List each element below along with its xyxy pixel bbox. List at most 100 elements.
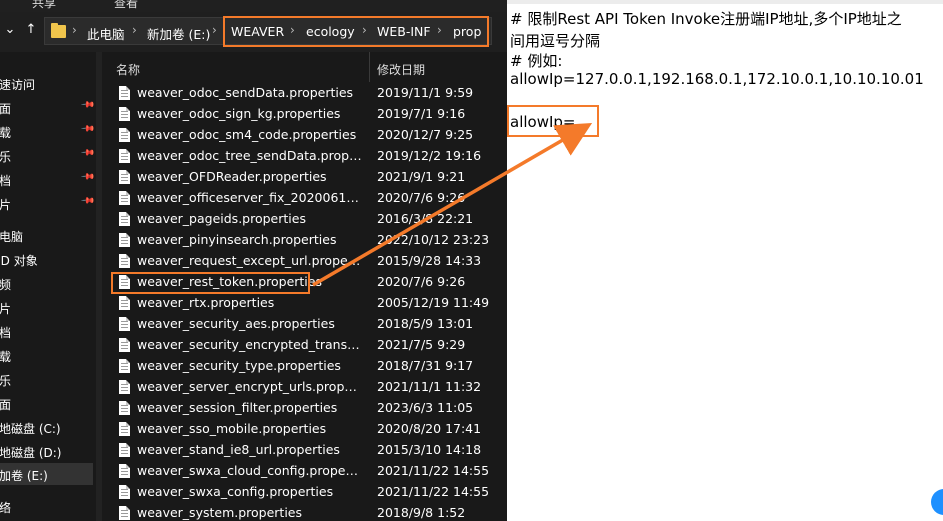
file-name: weaver_security_aes.properties [137,316,335,331]
file-row[interactable]: weaver_OFDReader.properties 2021/9/1 9:21 [102,167,507,188]
sidebar-item-downloads[interactable]: 下载 [0,124,11,141]
file-row[interactable]: weaver_officeserver_fix_20200618.propert… [102,188,507,209]
file-row[interactable]: weaver_stand_ie8_url.properties 2015/3/10… [102,440,507,461]
file-row[interactable]: weaver_session_filter.properties 2023/6/3… [102,398,507,419]
file-date: 2021/7/5 9:29 [377,337,466,352]
file-row[interactable]: weaver_swxa_config.properties 2021/11/22 … [102,482,507,503]
sidebar-item-drive-e[interactable]: 新加卷 (E:) [0,467,48,484]
sidebar-item-downloads-2[interactable]: 下载 [0,348,11,365]
pin-icon: 📌 [80,145,96,161]
sidebar-item-pictures-2[interactable]: 图片 [0,300,11,317]
file-date: 2015/9/28 14:33 [377,253,482,268]
notepad-window: # 限制Rest API Token Invoke注册端IP地址,多个IP地址之… [507,0,943,521]
file-name: weaver_system.properties [137,505,303,520]
file-date: 2020/7/6 9:26 [377,274,466,289]
file-name: weaver_swxa_config.properties [137,484,334,499]
file-row[interactable]: weaver_server_encrypt_urls.properties 202… [102,377,507,398]
sidebar-item-music[interactable]: 音乐 [0,148,11,165]
chevron-down-icon[interactable]: ⌄ [2,22,18,37]
file-icon [119,212,130,226]
pin-icon: 📌 [80,193,96,209]
file-row[interactable]: weaver_pinyinsearch.properties 2022/10/12… [102,230,507,251]
assistant-bubble-icon[interactable] [931,489,943,515]
text-line[interactable]: # 限制Rest API Token Invoke注册端IP地址,多个IP地址之 [510,8,902,29]
file-date: 2018/5/9 13:01 [377,316,474,331]
pin-icon: 📌 [80,97,96,113]
text-line[interactable]: allowIp=127.0.0.1,192.168.0.1,172.10.0.1… [510,70,924,88]
file-icon [119,359,130,373]
up-arrow-icon[interactable]: ↑ [23,22,39,37]
file-icon [119,107,130,121]
file-name: weaver_odoc_sign_kg.properties [137,106,341,121]
navigation-pane: 快速访问 桌面 📌 下载 📌 音乐 📌 文档 📌 图片 📌 此电脑 3D 对象 … [0,52,96,521]
file-row[interactable]: weaver_odoc_tree_sendData.properties 2019… [102,146,507,167]
chevron-right-icon[interactable]: › [212,23,217,37]
sidebar-item-documents-2[interactable]: 文档 [0,324,11,341]
file-name: weaver_request_except_url.properties [137,253,362,268]
sidebar-item-desktop[interactable]: 桌面 [0,100,11,117]
file-name: weaver_rtx.properties [137,295,275,310]
file-icon [119,128,130,142]
file-row[interactable]: weaver_swxa_cloud_config.properties 2021/… [102,461,507,482]
column-divider[interactable] [369,52,370,82]
file-icon [119,485,130,499]
sidebar-item-3d-objects[interactable]: 3D 对象 [0,252,38,269]
file-row[interactable]: weaver_rtx.properties 2005/12/19 11:49 [102,293,507,314]
column-name[interactable]: 名称 [116,61,140,78]
text-line[interactable]: 间用逗号分隔 [510,30,600,51]
breadcrumb-highlight [223,16,489,47]
file-icon [119,191,130,205]
file-name: weaver_odoc_sm4_code.properties [137,127,357,142]
pin-icon: 📌 [80,169,96,185]
sidebar-item-videos[interactable]: 视频 [0,276,11,293]
text-line[interactable]: # 例如: [510,50,562,71]
sidebar-item-music-2[interactable]: 音乐 [0,372,11,389]
file-row[interactable]: weaver_sso_mobile.properties 2020/8/20 17… [102,419,507,440]
file-row[interactable]: weaver_odoc_sendData.properties 2019/11/1… [102,83,507,104]
file-icon [119,296,130,310]
breadcrumb-drive-e[interactable]: 新加卷 (E:) [147,24,210,43]
file-name: weaver_security_type.properties [137,358,341,373]
file-row[interactable]: weaver_odoc_sign_kg.properties 2019/7/1 9… [102,104,507,125]
pin-icon: 📌 [80,121,96,137]
file-date: 2020/8/20 17:41 [377,421,482,436]
file-row[interactable]: weaver_security_type.properties 2018/7/31… [102,356,507,377]
file-row[interactable]: weaver_pageids.properties 2016/3/8 22:21 [102,209,507,230]
file-date: 2019/11/1 9:59 [377,85,474,100]
file-date: 2020/12/7 9:25 [377,127,474,142]
file-date: 2020/7/6 9:26 [377,190,466,205]
file-icon [119,170,130,184]
folder-icon [51,23,66,38]
sidebar-item-pictures[interactable]: 图片 [0,196,11,213]
sidebar-item-this-pc[interactable]: 此电脑 [0,228,23,245]
sidebar-item-network[interactable]: 网络 [0,499,11,516]
file-row[interactable]: weaver_request_except_url.properties 2015… [102,251,507,272]
file-date: 2018/9/8 1:52 [377,505,466,520]
file-icon [119,149,130,163]
chevron-right-icon[interactable]: › [132,23,137,37]
column-date-modified[interactable]: 修改日期 [377,61,425,78]
file-highlight [111,272,310,294]
file-icon [119,317,130,331]
sidebar-item-desktop-2[interactable]: 桌面 [0,396,11,413]
chevron-right-icon[interactable]: › [72,23,77,37]
file-row[interactable]: weaver_security_aes.properties 2018/5/9 1… [102,314,507,335]
ribbon-strip: 共享 查看 [0,0,507,12]
file-date: 2021/11/22 14:55 [377,484,490,499]
file-row[interactable]: weaver_odoc_sm4_code.properties 2020/12/7… [102,125,507,146]
file-date: 2021/11/1 11:32 [377,379,482,394]
sidebar-item-documents[interactable]: 文档 [0,172,11,189]
menu-view[interactable]: 查看 [114,0,138,11]
sidebar-item-quick-access[interactable]: 快速访问 [0,76,35,93]
breadcrumb-this-pc[interactable]: 此电脑 [87,24,125,43]
sidebar-item-drive-d[interactable]: 本地磁盘 (D:) [0,444,61,461]
file-row[interactable]: weaver_security_encrypted_trans_white.pr… [102,335,507,356]
file-icon [119,422,130,436]
file-name: weaver_odoc_tree_sendData.properties [137,148,362,163]
file-name: weaver_OFDReader.properties [137,169,327,184]
file-icon [119,86,130,100]
sidebar-item-drive-c[interactable]: 本地磁盘 (C:) [0,420,61,437]
menu-share[interactable]: 共享 [32,0,56,11]
file-name: weaver_pinyinsearch.properties [137,232,337,247]
file-row[interactable]: weaver_system.properties 2018/9/8 1:52 [102,503,507,521]
